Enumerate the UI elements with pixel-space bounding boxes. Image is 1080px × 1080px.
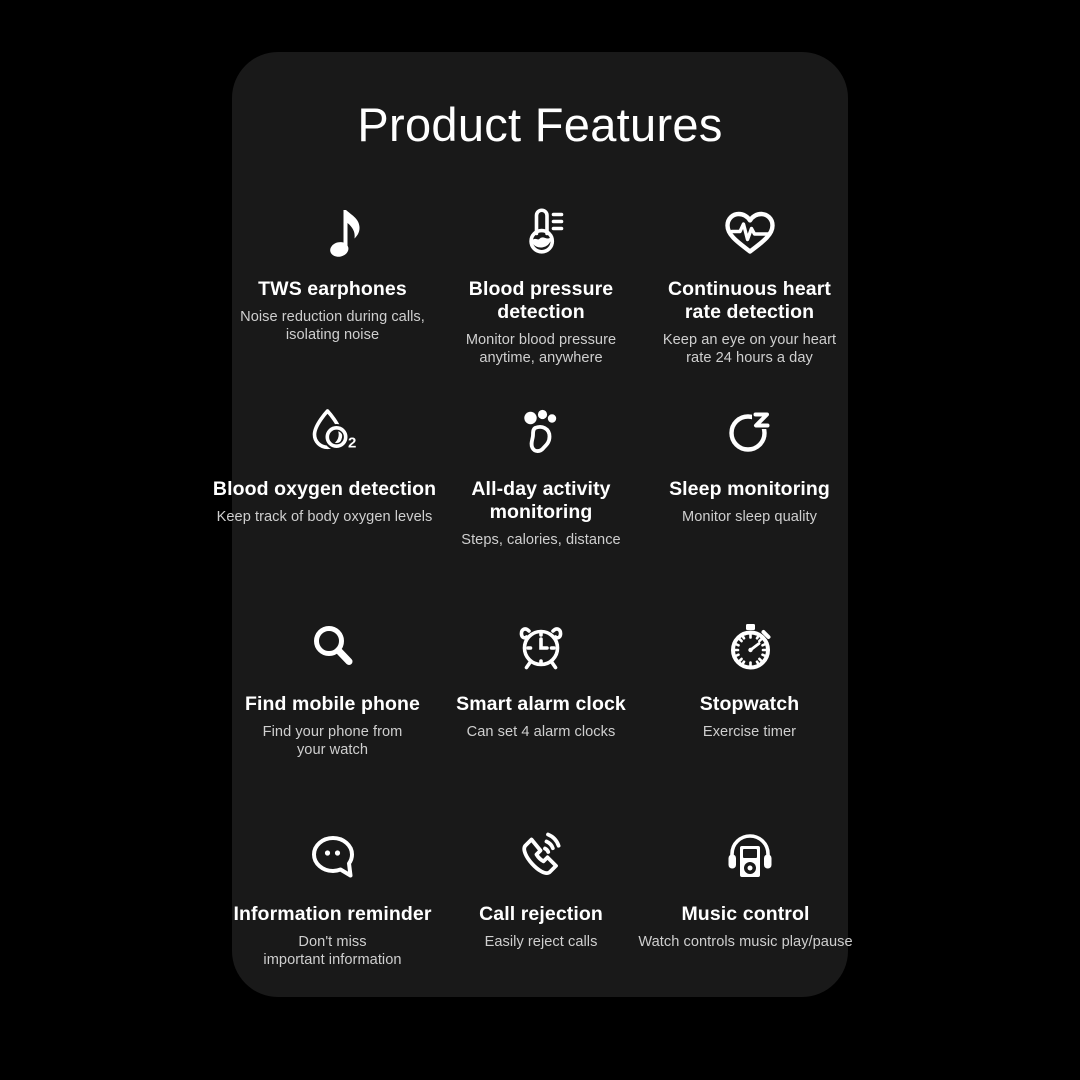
feature-item-tws-earphones[interactable]: TWS earphones Noise reduction during cal… <box>230 200 435 344</box>
feature-desc: Monitor blood pressure anytime, anywhere <box>465 332 617 367</box>
product-features-card: Product Features TWS earphones Noise red… <box>213 52 853 997</box>
speech-bubble-icon <box>301 825 365 889</box>
feature-title: TWS earphones <box>258 278 407 300</box>
blood-drop-o2-icon: 2 <box>301 400 365 464</box>
feature-item-information-reminder[interactable]: Information reminder Don't miss importan… <box>230 825 435 969</box>
feature-desc: Exercise timer <box>702 724 797 740</box>
stopwatch-icon <box>718 615 782 679</box>
feature-item-blood-pressure-detection[interactable]: Blood pressure detection Monitor blood p… <box>439 200 644 367</box>
feature-title: All-day activity monitoring <box>471 478 611 523</box>
feature-item-find-mobile-phone[interactable]: Find mobile phone Find your phone from y… <box>230 615 435 759</box>
alarm-clock-icon <box>509 615 573 679</box>
feature-item-sleep-monitoring[interactable]: Sleep monitoring Monitor sleep quality <box>647 400 852 526</box>
phone-ringing-icon <box>509 825 573 889</box>
feature-row: Information reminder Don't miss importan… <box>230 825 853 1025</box>
feature-item-blood-oxygen-detection[interactable]: 2 Blood oxygen detection Keep track of b… <box>213 400 436 526</box>
feature-title: Blood oxygen detection <box>212 478 437 500</box>
thermometer-icon <box>509 200 573 264</box>
feature-item-stopwatch[interactable]: Stopwatch Exercise timer <box>647 615 852 741</box>
feature-item-music-control[interactable]: Music control Watch controls music play/… <box>638 825 853 951</box>
music-note-icon <box>301 200 365 264</box>
feature-title: Stopwatch <box>699 693 800 715</box>
feature-desc: Steps, calories, distance <box>461 532 621 548</box>
headphones-player-icon <box>718 825 782 889</box>
screenshot-root: Product Features TWS earphones Noise red… <box>0 0 1080 1080</box>
feature-title: Smart alarm clock <box>456 693 626 715</box>
feature-desc: Don't miss important information <box>263 934 402 969</box>
feature-desc: Keep an eye on your heart rate 24 hours … <box>662 332 837 367</box>
footprint-icon <box>509 400 573 464</box>
feature-row: 2 Blood oxygen detection Keep track of b… <box>213 400 848 605</box>
sleep-moon-z-icon <box>718 400 782 464</box>
feature-row: Find mobile phone Find your phone from y… <box>232 615 848 820</box>
feature-item-call-rejection[interactable]: Call rejection Easily reject calls <box>439 825 644 951</box>
feature-title: Call rejection <box>479 903 603 925</box>
magnifier-icon <box>301 615 365 679</box>
feature-desc: Find your phone from your watch <box>262 724 403 759</box>
feature-desc: Easily reject calls <box>484 934 598 950</box>
page-title: Product Features <box>357 98 723 151</box>
feature-title: Sleep monitoring <box>669 478 830 500</box>
feature-title: Blood pressure detection <box>468 278 614 323</box>
feature-item-all-day-activity-monitoring[interactable]: All-day activity monitoring Steps, calor… <box>439 400 644 549</box>
feature-item-smart-alarm-clock[interactable]: Smart alarm clock Can set 4 alarm clocks <box>439 615 644 741</box>
feature-title: Music control <box>681 903 810 925</box>
feature-desc: Monitor sleep quality <box>682 509 817 525</box>
feature-desc: Can set 4 alarm clocks <box>466 724 616 740</box>
feature-title: Information reminder <box>233 903 432 925</box>
feature-desc: Noise reduction during calls, isolating … <box>240 309 425 344</box>
feature-row: TWS earphones Noise reduction during cal… <box>232 200 848 400</box>
feature-title: Find mobile phone <box>244 693 421 715</box>
feature-item-continuous-heart-rate-detection[interactable]: Continuous heart rate detection Keep an … <box>647 200 852 367</box>
feature-desc: Keep track of body oxygen levels <box>216 509 433 525</box>
heart-pulse-icon <box>718 200 782 264</box>
feature-title: Continuous heart rate detection <box>667 278 831 323</box>
svg-text:2: 2 <box>348 435 356 452</box>
feature-desc: Watch controls music play/pause <box>638 934 853 950</box>
